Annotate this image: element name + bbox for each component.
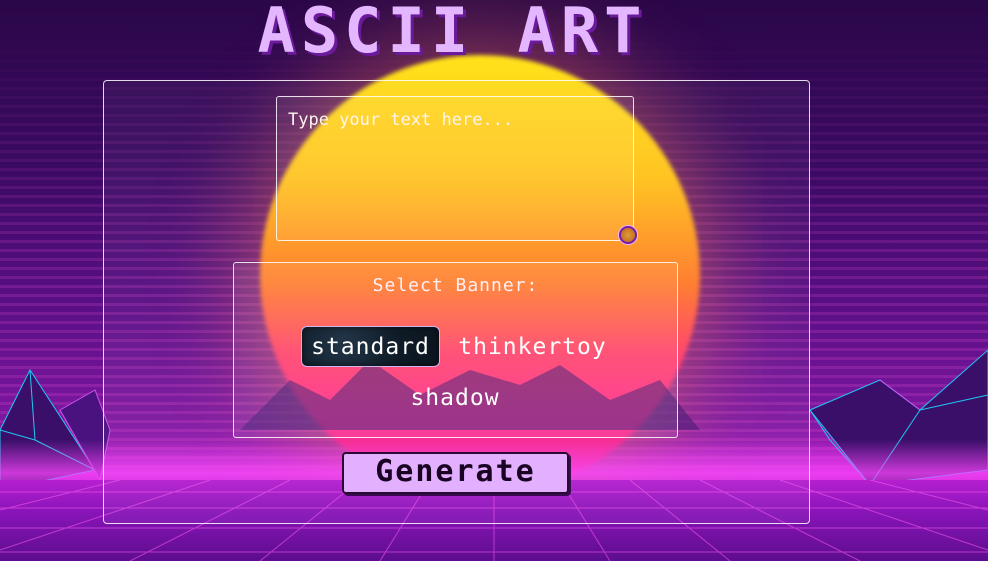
text-input[interactable] [276, 96, 634, 241]
resize-handle-icon[interactable] [619, 226, 637, 244]
banner-option-standard[interactable]: standard [301, 326, 440, 367]
page-title: ASCII ART [257, 0, 648, 67]
banner-label: Select Banner: [372, 275, 539, 296]
generate-button[interactable]: Generate [342, 452, 569, 494]
banner-option-shadow[interactable]: shadow [400, 378, 510, 418]
app-background: ASCII ART Select Banner: standard thinke… [0, 0, 988, 561]
banner-option-thinkertoy[interactable]: thinkertoy [455, 327, 610, 367]
